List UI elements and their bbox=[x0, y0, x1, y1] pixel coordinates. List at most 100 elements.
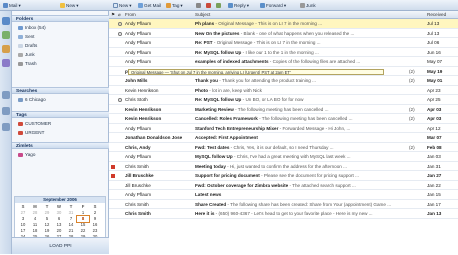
flag-icon[interactable] bbox=[111, 174, 115, 178]
subject-text: Share Created bbox=[195, 201, 227, 207]
flag-icon[interactable] bbox=[111, 212, 115, 216]
attachment-icon bbox=[118, 51, 122, 55]
message-preview: - The attached search support ... bbox=[288, 182, 356, 188]
flag-icon[interactable] bbox=[111, 193, 115, 197]
message-row[interactable]: Jill Bruschke Support for pricing documen… bbox=[109, 171, 458, 181]
saved-search-item[interactable]: 6 Chicago bbox=[18, 96, 46, 103]
message-subject: Stanford Tech Entrepreneurship Mixer - F… bbox=[195, 124, 421, 133]
received-column-header[interactable]: Received bbox=[427, 11, 446, 19]
message-from: Chris Smith bbox=[125, 201, 149, 207]
flag-icon[interactable] bbox=[111, 184, 115, 188]
flag-icon[interactable] bbox=[111, 127, 115, 131]
address-book-icon[interactable] bbox=[2, 31, 10, 39]
folder-trash[interactable]: Trash bbox=[18, 60, 37, 67]
junk-button[interactable]: Junk bbox=[300, 2, 316, 9]
message-from: Chris Stoth bbox=[125, 97, 148, 102]
print-button[interactable] bbox=[196, 2, 201, 9]
flag-icon[interactable] bbox=[111, 79, 115, 83]
message-row[interactable]: Chris Smith Here it is - (650) 960-4367 -… bbox=[109, 209, 458, 219]
message-from: John Mills bbox=[125, 78, 148, 83]
message-row[interactable]: Chris Stoth Re: MySQL follow Up - Un BO, … bbox=[109, 95, 458, 105]
flag-icon[interactable] bbox=[111, 22, 115, 26]
flag-icon[interactable] bbox=[111, 108, 115, 112]
message-row[interactable]: Chris, Andy Fwd: Test dates - Chris, Yes,… bbox=[109, 143, 458, 152]
subject-column-header[interactable]: Subject bbox=[195, 11, 210, 19]
attachment-column-icon[interactable]: ⌀ bbox=[118, 11, 121, 19]
junk-label: Junk bbox=[306, 3, 316, 8]
message-from: Jill Bruschke bbox=[125, 182, 151, 188]
options-icon[interactable] bbox=[2, 91, 10, 99]
message-date: Jul 13 bbox=[427, 30, 440, 36]
folder-drafts[interactable]: Drafts bbox=[18, 42, 37, 49]
message-row[interactable]: Kevin Henrikson Cancelled: Roles Framewor… bbox=[109, 114, 458, 124]
forward-button[interactable]: Forward ▾ bbox=[260, 2, 286, 9]
message-row[interactable]: Andy Pflaum examples of indexed attachmen… bbox=[109, 57, 458, 67]
message-row[interactable]: Chris Smith Meeting today - Hi, just want… bbox=[109, 162, 458, 171]
folder-junk[interactable]: Junk bbox=[18, 51, 35, 58]
message-row[interactable]: John Mills Thank you - Thank you for atte… bbox=[109, 76, 458, 86]
message-row[interactable]: Andy Pflaum Latest news Jan 15 bbox=[109, 190, 458, 200]
searches-header[interactable]: Searches bbox=[12, 87, 109, 94]
message-row[interactable]: Kevin Henrikson Photo - lot in are, keep … bbox=[109, 86, 458, 95]
flag-icon[interactable] bbox=[111, 41, 115, 45]
folder-sent[interactable]: Sent bbox=[18, 33, 34, 40]
message-row[interactable]: Andy Pflaum Re: MySQL follow Up - I like … bbox=[109, 48, 458, 57]
reply-button[interactable]: Reply ▾ bbox=[228, 2, 249, 9]
folders-header[interactable]: Folders bbox=[12, 15, 109, 22]
calendar-app-icon[interactable] bbox=[2, 45, 10, 53]
flag-icon[interactable] bbox=[111, 136, 115, 140]
subject-text: MySQL follow Up bbox=[195, 154, 233, 159]
flag-icon[interactable] bbox=[111, 89, 115, 93]
message-row[interactable]: Kevin Henrikson Marketing Review - The fo… bbox=[109, 105, 458, 114]
flag-icon[interactable] bbox=[111, 98, 115, 102]
flag-icon[interactable] bbox=[111, 70, 115, 74]
help-icon[interactable] bbox=[2, 107, 10, 115]
forward-icon bbox=[260, 3, 265, 8]
flag-icon[interactable] bbox=[111, 117, 115, 121]
calendar-month-title[interactable]: September 2006 bbox=[15, 197, 105, 203]
message-row[interactable]: Jonathan Donaldson Jose Accepted: First A… bbox=[109, 133, 458, 143]
zimlets-header[interactable]: Zimlets bbox=[12, 142, 109, 149]
delete-button[interactable] bbox=[206, 2, 211, 9]
folder-inbox[interactable]: Inbox (54) bbox=[18, 24, 46, 31]
tag-label: CUSTOMER bbox=[25, 121, 52, 126]
tag-button[interactable]: Tag ▾ bbox=[166, 2, 183, 9]
flag-icon[interactable] bbox=[111, 164, 115, 169]
tag-item-urgent[interactable]: URGENT bbox=[18, 129, 44, 136]
subject-text: Thank you bbox=[195, 78, 218, 83]
get-mail-button[interactable]: Get Mail bbox=[138, 2, 161, 9]
message-from: Kevin Henrikson bbox=[125, 106, 162, 112]
new-button[interactable]: New ▾ bbox=[60, 2, 79, 9]
message-row[interactable]: Andy Pflaum Re: PST - Original Message - … bbox=[109, 38, 458, 48]
message-row[interactable]: Andy Pflaum Stanford Tech Entrepreneurshi… bbox=[109, 124, 458, 133]
flag-icon[interactable] bbox=[111, 203, 115, 207]
documents-icon[interactable] bbox=[2, 123, 10, 131]
flag-icon[interactable] bbox=[111, 51, 115, 55]
tags-header[interactable]: Tags bbox=[12, 111, 109, 118]
message-row[interactable]: Andy Pflaum New On the pictures - Blank -… bbox=[109, 29, 458, 38]
mail-app-icon[interactable] bbox=[2, 17, 10, 25]
flag-icon[interactable] bbox=[111, 155, 115, 159]
message-date: Jan 31 bbox=[427, 163, 441, 169]
message-row[interactable]: Chris Smith Share Created - The following… bbox=[109, 200, 458, 209]
message-preview: - The following meeting has been cancell… bbox=[257, 116, 353, 121]
tag-item-customer[interactable]: CUSTOMER bbox=[18, 120, 51, 127]
zimlet-item-yago[interactable]: Yago bbox=[18, 151, 35, 158]
message-row[interactable]: Andy Pflaum MySQL follow Up - Chris, I've… bbox=[109, 152, 458, 162]
from-column-header[interactable]: From bbox=[125, 11, 136, 19]
flag-icon[interactable] bbox=[111, 60, 115, 64]
status-button[interactable]: LOAD PPI bbox=[12, 237, 109, 254]
mail-app-button[interactable]: Mail ▾ bbox=[3, 2, 21, 9]
move-button[interactable] bbox=[216, 2, 221, 9]
flag-icon[interactable] bbox=[111, 32, 115, 36]
message-date: Apr 03 bbox=[427, 116, 442, 121]
new-mail-button[interactable]: New ▾ bbox=[113, 2, 132, 9]
message-row[interactable]: Andy Pflaum Ph plans - Original Message -… bbox=[109, 19, 458, 29]
message-from: Jill Bruschke bbox=[125, 173, 154, 178]
message-row[interactable]: Jill Bruschke Fwd: October coverage for Z… bbox=[109, 181, 458, 190]
message-from: Jonathan Donaldson Jose bbox=[125, 135, 183, 140]
flag-column-icon[interactable]: ⚑ bbox=[111, 11, 115, 19]
search-icon bbox=[18, 97, 23, 102]
flag-icon[interactable] bbox=[111, 146, 115, 150]
tasks-icon[interactable] bbox=[2, 59, 10, 67]
